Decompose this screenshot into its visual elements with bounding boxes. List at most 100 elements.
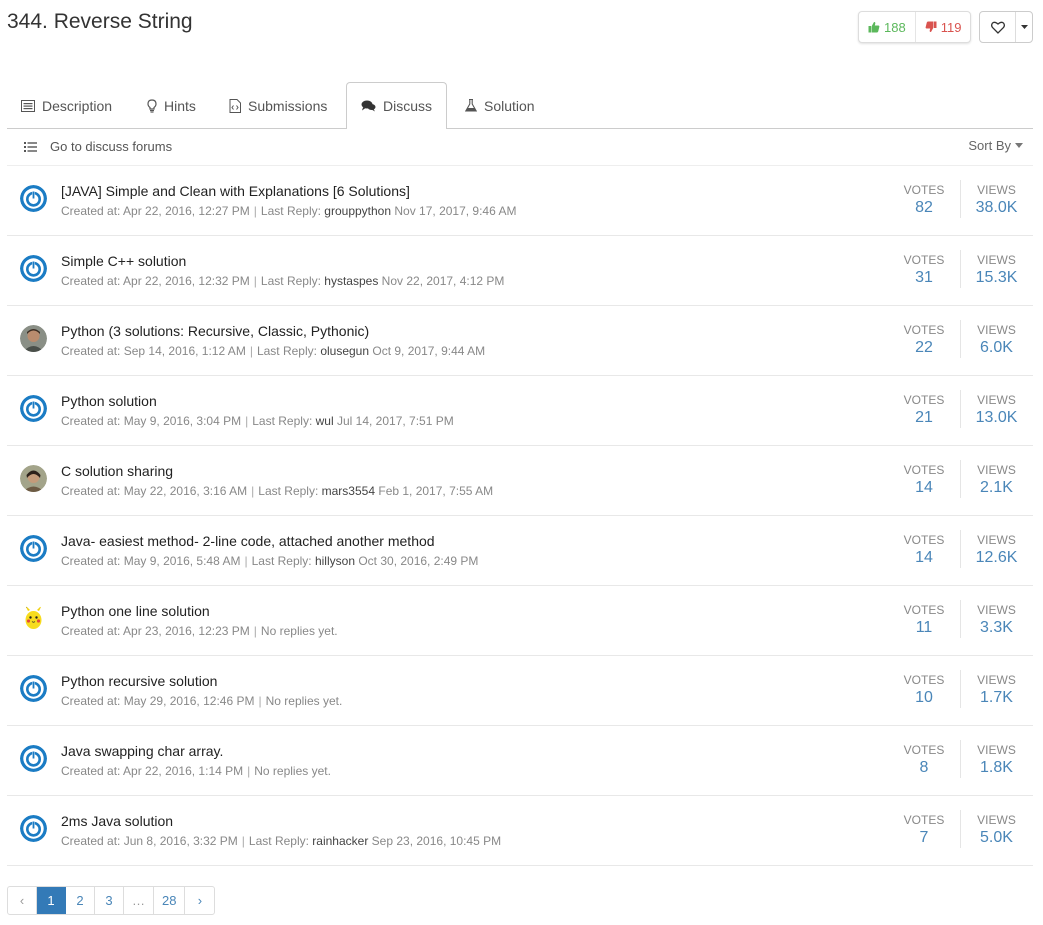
topic-row: C solution sharing Created at: May 22, 20… xyxy=(7,446,1033,516)
user-avatar[interactable] xyxy=(20,185,47,212)
last-reply-user-link[interactable]: rainhacker xyxy=(312,834,368,848)
views-label: VIEWS xyxy=(977,323,1016,337)
last-reply-label: Last Reply: xyxy=(260,274,321,288)
last-reply-user-link[interactable]: mars3554 xyxy=(322,484,375,498)
user-avatar[interactable] xyxy=(20,605,47,632)
upvote-button[interactable]: 188 xyxy=(859,12,916,42)
user-avatar[interactable] xyxy=(20,535,47,562)
last-reply-user-link[interactable]: hystaspes xyxy=(324,274,378,288)
topic-list: [JAVA] Simple and Clean with Explanation… xyxy=(7,166,1033,866)
favorite-dropdown-button[interactable] xyxy=(1016,12,1032,42)
last-reply-time: Nov 17, 2017, 9:46 AM xyxy=(394,204,517,218)
pagination-next-button[interactable]: › xyxy=(185,887,214,914)
views-stat: VIEWS 5.0K xyxy=(960,810,1032,848)
topic-title-link[interactable]: Python (3 solutions: Recursive, Classic,… xyxy=(61,323,369,339)
votes-stat: VOTES 82 xyxy=(888,183,960,217)
topic-meta: Created at: May 22, 2016, 3:16 AM | Last R… xyxy=(61,484,493,498)
favorite-group xyxy=(979,11,1033,43)
topic-title-link[interactable]: Python recursive solution xyxy=(61,673,217,689)
views-stat: VIEWS 12.6K xyxy=(960,530,1032,568)
pagination-ellipsis: … xyxy=(124,887,154,914)
pagination-page-28[interactable]: 28 xyxy=(154,887,186,914)
votes-label: VOTES xyxy=(903,393,945,407)
last-reply-label: Last Reply: xyxy=(251,554,312,568)
pagination-page-2[interactable]: 2 xyxy=(66,887,95,914)
created-at-value: Apr 23, 2016, 12:23 PM xyxy=(123,624,250,638)
lightbulb-icon xyxy=(147,98,157,113)
views-stat: VIEWS 1.8K xyxy=(960,740,1032,778)
created-at-value: May 9, 2016, 3:04 PM xyxy=(123,414,242,428)
meta-separator: | xyxy=(249,344,253,358)
user-avatar[interactable] xyxy=(20,255,47,282)
flask-icon xyxy=(465,99,477,112)
votes-label: VOTES xyxy=(903,253,945,267)
topic-meta: Created at: Apr 22, 2016, 1:14 PM | No rep… xyxy=(61,764,331,778)
topic-row: 2ms Java solution Created at: Jun 8, 2016… xyxy=(7,796,1033,866)
topic-title-link[interactable]: C solution sharing xyxy=(61,463,173,479)
tab-discuss[interactable]: Discuss xyxy=(346,82,448,130)
user-avatar[interactable] xyxy=(20,465,47,492)
pagination-page-1[interactable]: 1 xyxy=(37,887,66,914)
created-at-label: Created at: xyxy=(61,624,121,638)
pagination-page-3[interactable]: 3 xyxy=(95,887,124,914)
topic-title-link[interactable]: Python solution xyxy=(61,393,157,409)
tab-description[interactable]: Description xyxy=(7,82,126,129)
topic-title-link[interactable]: Simple C++ solution xyxy=(61,253,186,269)
tab-solution[interactable]: Solution xyxy=(451,82,549,129)
tab-label: Submissions xyxy=(248,97,328,114)
topic-title-link[interactable]: Python one line solution xyxy=(61,603,210,619)
topic-meta: Created at: May 29, 2016, 12:46 PM | No re… xyxy=(61,694,342,708)
topic-row: Java- easiest method- 2-line code, attac… xyxy=(7,516,1033,586)
views-count: 6.0K xyxy=(980,339,1013,356)
votes-count: 14 xyxy=(915,549,933,566)
created-at-label: Created at: xyxy=(61,764,121,778)
views-label: VIEWS xyxy=(977,393,1016,407)
votes-count: 7 xyxy=(919,829,929,846)
user-avatar[interactable] xyxy=(20,745,47,772)
last-reply-user-link[interactable]: hillyson xyxy=(315,554,355,568)
topic-title-link[interactable]: Java- easiest method- 2-line code, attac… xyxy=(61,533,435,549)
topic-meta: Created at: May 9, 2016, 5:48 AM | Last Re… xyxy=(61,554,478,568)
last-reply-user-link[interactable]: grouppython xyxy=(324,204,391,218)
user-avatar[interactable] xyxy=(20,815,47,842)
views-stat: VIEWS 2.1K xyxy=(960,460,1032,498)
go-to-forums-link[interactable]: Go to discuss forums xyxy=(24,139,172,154)
created-at-value: Sep 14, 2016, 1:12 AM xyxy=(123,344,246,358)
meta-separator: | xyxy=(253,204,257,218)
topic-meta: Created at: Apr 23, 2016, 12:23 PM | No re… xyxy=(61,624,338,638)
upvote-count: 188 xyxy=(884,19,906,35)
created-at-label: Created at: xyxy=(61,834,121,848)
votes-count: 21 xyxy=(915,409,933,426)
topic-title-link[interactable]: [JAVA] Simple and Clean with Explanation… xyxy=(61,183,410,199)
sort-by-dropdown[interactable]: Sort By xyxy=(968,138,1023,153)
views-count: 5.0K xyxy=(980,829,1013,846)
last-reply-user-link[interactable]: wul xyxy=(316,414,334,428)
last-reply-user-link[interactable]: olusegun xyxy=(320,344,369,358)
pagination-prev-button[interactable]: ‹ xyxy=(8,887,37,914)
created-at-label: Created at: xyxy=(61,554,121,568)
meta-separator: | xyxy=(258,694,262,708)
code-file-icon xyxy=(229,98,241,113)
created-at-value: May 29, 2016, 12:46 PM xyxy=(123,694,255,708)
topic-title-link[interactable]: Java swapping char array. xyxy=(61,743,223,759)
votes-count: 14 xyxy=(915,479,933,496)
votes-stat: VOTES 21 xyxy=(888,393,960,427)
topic-title-link[interactable]: 2ms Java solution xyxy=(61,813,173,829)
views-count: 13.0K xyxy=(975,409,1018,426)
views-count: 3.3K xyxy=(980,619,1013,636)
caret-down-icon xyxy=(1015,143,1023,148)
votes-stat: VOTES 8 xyxy=(888,743,960,777)
tab-submissions[interactable]: Submissions xyxy=(215,82,341,129)
created-at-label: Created at: xyxy=(61,694,121,708)
meta-separator: | xyxy=(247,764,251,778)
user-avatar[interactable] xyxy=(20,325,47,352)
votes-label: VOTES xyxy=(903,743,945,757)
user-avatar[interactable] xyxy=(20,675,47,702)
created-at-value: Apr 22, 2016, 12:27 PM xyxy=(123,204,250,218)
favorite-button[interactable] xyxy=(980,12,1016,42)
downvote-button[interactable]: 119 xyxy=(916,12,971,42)
user-avatar[interactable] xyxy=(20,395,47,422)
tab-hints[interactable]: Hints xyxy=(133,82,210,129)
topic-row: Python solution Created at: May 9, 2016, … xyxy=(7,376,1033,446)
topic-meta: Created at: Jun 8, 2016, 3:32 PM | Last Re… xyxy=(61,834,501,848)
